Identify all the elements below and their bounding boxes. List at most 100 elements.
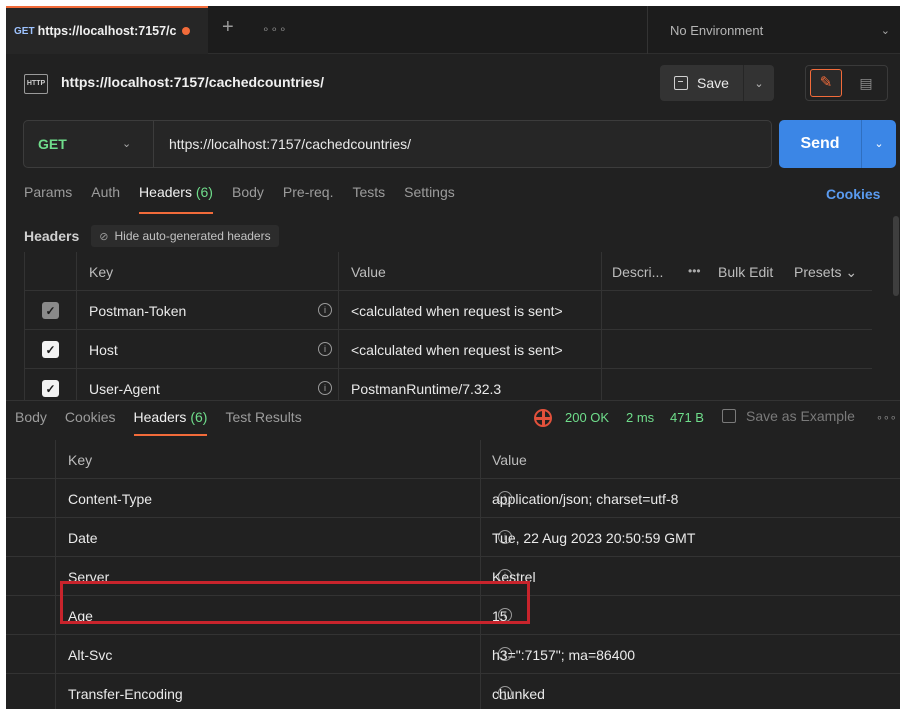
- response-bar: Body Cookies Headers (6) Test Results 20…: [6, 400, 900, 440]
- environment-label: No Environment: [670, 22, 764, 38]
- tab-params[interactable]: Params: [24, 184, 72, 218]
- request-title[interactable]: https://localhost:7157/cachedcountries/: [61, 74, 324, 90]
- tab-tests[interactable]: Tests: [352, 184, 385, 218]
- lead-cell: [6, 557, 56, 596]
- column-header-value: Value: [492, 451, 527, 468]
- column-header-key: Key: [56, 440, 481, 479]
- request-header: HTTP https://localhost:7157/cachedcountr…: [6, 54, 900, 116]
- tab-headers[interactable]: Headers (6): [139, 184, 213, 218]
- description-cell[interactable]: [602, 291, 872, 330]
- scrollbar[interactable]: [893, 216, 899, 296]
- check-cell: ✓: [25, 291, 77, 330]
- row-checkbox[interactable]: ✓: [42, 341, 59, 358]
- response-tab-test-results[interactable]: Test Results: [225, 401, 301, 441]
- tab-more-button[interactable]: ∘∘∘: [262, 22, 288, 36]
- tab-url: https://localhost:7157/c: [37, 24, 177, 38]
- documentation-icon[interactable]: ▤: [850, 69, 882, 97]
- header-key: Host: [89, 341, 118, 358]
- save-as-example-label: Save as Example: [746, 408, 855, 424]
- header-key-cell[interactable]: Host i: [77, 330, 339, 369]
- tab-auth[interactable]: Auth: [91, 184, 120, 218]
- cookies-link[interactable]: Cookies: [826, 186, 880, 202]
- header-key-cell[interactable]: User-Agent i: [77, 369, 339, 400]
- header-value-cell[interactable]: <calculated when request is sent>: [339, 330, 602, 369]
- save-label: Save: [697, 75, 729, 91]
- chevron-down-icon: ⌄: [880, 25, 890, 37]
- tab-label: Cookies: [64, 409, 116, 425]
- row-checkbox[interactable]: ✓: [42, 302, 59, 319]
- header-value: 15: [492, 607, 508, 624]
- save-icon: [722, 409, 736, 423]
- more-options-button[interactable]: •••: [688, 264, 701, 278]
- response-more-button[interactable]: ∘∘∘: [876, 411, 897, 424]
- header-key-text: Transfer-Encoding: [68, 685, 183, 702]
- tab-settings[interactable]: Settings: [404, 184, 455, 218]
- send-button[interactable]: Send: [779, 135, 861, 153]
- tab-label: Tests: [352, 184, 386, 200]
- environment-select[interactable]: No Environment ⌄: [647, 6, 900, 54]
- send-button-group: Send ⌄: [779, 120, 896, 168]
- header-value-cell[interactable]: <calculated when request is sent>: [339, 291, 602, 330]
- view-toggle-group: ✎ ▤: [805, 65, 888, 101]
- presets-dropdown[interactable]: Presets ⌄: [794, 264, 857, 281]
- response-tab-body[interactable]: Body: [15, 401, 47, 441]
- bulk-edit-button[interactable]: Bulk Edit: [718, 264, 773, 280]
- tab-label: Params: [24, 184, 73, 200]
- new-tab-button[interactable]: +: [222, 16, 234, 39]
- check-cell: ✓: [25, 330, 77, 369]
- save-options-button[interactable]: ⌄: [744, 77, 774, 90]
- hide-auto-headers-button[interactable]: ⊘ Hide auto-generated headers: [91, 225, 279, 247]
- response-tab-cookies[interactable]: Cookies: [65, 401, 116, 441]
- method-select[interactable]: GET ⌄: [24, 121, 154, 167]
- header-key: Content-Type i: [56, 479, 512, 518]
- row-checkbox[interactable]: ✓: [42, 380, 59, 397]
- request-tab[interactable]: GET https://localhost:7157/c: [6, 6, 208, 54]
- response-headers-table: Key Value Content-Type i application/json…: [6, 440, 900, 709]
- tab-label: Headers: [133, 409, 187, 425]
- header-key-cell[interactable]: Postman-Token i: [77, 291, 339, 330]
- response-time[interactable]: 2 ms: [626, 410, 654, 425]
- info-icon: i: [318, 342, 332, 356]
- header-key-text: Content-Type: [68, 490, 153, 507]
- header-key: Transfer-Encoding i: [56, 674, 512, 709]
- header-key: User-Agent: [89, 380, 160, 397]
- header-key: Postman-Token: [89, 302, 187, 319]
- column-header-description-cell: Descri... ••• Bulk Edit Presets ⌄: [602, 252, 872, 291]
- header-key-text: Alt-Svc: [68, 646, 113, 663]
- headers-section-title: Headers: [24, 228, 80, 244]
- header-key-text: Date: [68, 529, 98, 546]
- request-headers-table: Key Value Descri... ••• Bulk Edit Preset…: [24, 252, 872, 400]
- unsaved-dot-icon: [181, 27, 190, 35]
- table-row: ✓ Host i <calculated when request is sent…: [25, 330, 872, 369]
- table-row: ✓ User-Agent i PostmanRuntime/7.32.3: [25, 369, 872, 400]
- header-value: application/json; charset=utf-8: [492, 490, 679, 507]
- globe-icon[interactable]: [534, 409, 552, 427]
- tab-body[interactable]: Body: [232, 184, 264, 218]
- description-cell[interactable]: [602, 330, 872, 369]
- status-code[interactable]: 200 OK: [565, 410, 609, 425]
- eye-off-icon: ⊘: [99, 230, 109, 243]
- url-bar: GET ⌄ https://localhost:7157/cachedcount…: [23, 120, 772, 168]
- save-as-example-button[interactable]: Save as Example: [722, 408, 855, 424]
- save-button[interactable]: Save: [660, 65, 744, 101]
- url-input[interactable]: https://localhost:7157/cachedcountries/: [169, 136, 411, 152]
- lead-cell: [6, 596, 56, 635]
- table-row: ✓ Postman-Token i <calculated when reques…: [25, 291, 872, 330]
- response-tab-headers[interactable]: Headers (6): [133, 401, 207, 441]
- header-key: Alt-Svc i: [56, 635, 512, 674]
- pencil-icon[interactable]: ✎: [810, 69, 842, 97]
- tab-pre-request[interactable]: Pre-req.: [283, 184, 334, 218]
- table-row: Alt-Svc i h3=":7157"; ma=86400: [6, 635, 900, 674]
- http-icon: HTTP: [24, 74, 48, 94]
- header-value-cell[interactable]: PostmanRuntime/7.32.3: [339, 369, 602, 400]
- column-header-key: Key: [77, 252, 339, 291]
- lead-cell: [6, 674, 56, 709]
- info-icon: i: [318, 381, 332, 395]
- response-size[interactable]: 471 B: [670, 410, 704, 425]
- method-label: GET: [38, 136, 67, 152]
- tab-label: Settings: [404, 184, 455, 200]
- description-cell[interactable]: [602, 369, 872, 400]
- send-options-button[interactable]: ⌄: [861, 120, 896, 168]
- column-header-value: Value: [339, 252, 602, 291]
- header-value: chunked: [492, 685, 545, 702]
